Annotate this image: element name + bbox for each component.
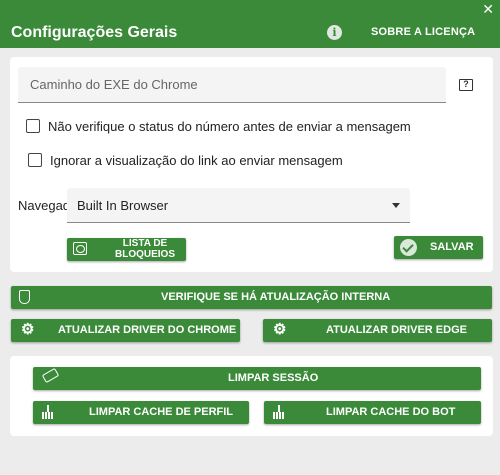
gear-icon: ⚙: [273, 321, 287, 338]
block-list-button[interactable]: LISTA DE BLOQUEIOS: [67, 238, 186, 261]
update-edge-driver-button[interactable]: ⚙ ATUALIZAR DRIVER EDGE: [263, 319, 492, 342]
clear-profile-cache-button[interactable]: LIMPAR CACHE DE PERFIL: [33, 401, 249, 424]
title-bar: ✕: [0, 0, 500, 18]
update-chrome-driver-button[interactable]: ⚙ ATUALIZAR DRIVER DO CHROME: [11, 319, 240, 342]
checkbox-label: Não verifique o status do número antes d…: [48, 118, 411, 134]
shield-icon: [19, 290, 30, 304]
save-button[interactable]: SALVAR: [394, 236, 483, 259]
save-label: SALVAR: [430, 241, 474, 253]
about-license-button[interactable]: i SOBRE A LICENÇA: [318, 18, 500, 48]
check-circle-icon: [400, 239, 417, 256]
chrome-exe-path-input[interactable]: [18, 67, 446, 102]
header-bar: Configurações Gerais i SOBRE A LICENÇA: [0, 18, 500, 48]
help-icon[interactable]: ?: [459, 79, 473, 91]
eraser-icon: [41, 367, 60, 384]
close-icon[interactable]: ✕: [482, 1, 494, 17]
browser-select[interactable]: Built In Browser: [67, 188, 410, 223]
broom-icon: [273, 405, 285, 420]
check-update-label: VERIFIQUE SE HÁ ATUALIZAÇÃO INTERNA: [161, 291, 391, 303]
browser-label: Navegad: [18, 198, 71, 213]
block-list-label: LISTA DE BLOQUEIOS: [115, 238, 176, 260]
broom-icon: [42, 405, 54, 420]
checkbox-label: Ignorar a visualização do link ao enviar…: [50, 152, 343, 168]
chrome-exe-path-field[interactable]: [18, 67, 446, 103]
skip-number-check-checkbox[interactable]: Não verifique o status do número antes d…: [26, 117, 411, 135]
clear-profile-cache-label: LIMPAR CACHE DE PERFIL: [89, 406, 234, 418]
update-edge-driver-label: ATUALIZAR DRIVER EDGE: [326, 324, 467, 336]
clear-bot-cache-label: LIMPAR CACHE DO BOT: [326, 406, 456, 418]
checkbox-box[interactable]: [26, 119, 40, 133]
skip-link-preview-checkbox[interactable]: Ignorar a visualização do link ao enviar…: [28, 151, 343, 169]
page-title: Configurações Gerais: [11, 24, 178, 41]
about-license-label: SOBRE A LICENÇA: [371, 26, 476, 38]
clear-bot-cache-button[interactable]: LIMPAR CACHE DO BOT: [264, 401, 481, 424]
checkbox-box[interactable]: [28, 153, 42, 167]
clear-session-label: LIMPAR SESSÃO: [228, 372, 319, 384]
check-update-button[interactable]: VERIFIQUE SE HÁ ATUALIZAÇÃO INTERNA: [11, 286, 492, 309]
browser-select-value: Built In Browser: [77, 198, 169, 213]
block-list-icon: [73, 242, 87, 255]
info-icon: i: [327, 25, 342, 40]
chevron-down-icon: [392, 203, 400, 208]
clear-session-button[interactable]: LIMPAR SESSÃO: [33, 367, 481, 390]
update-chrome-driver-label: ATUALIZAR DRIVER DO CHROME: [58, 324, 237, 336]
gear-icon: ⚙: [21, 321, 35, 338]
